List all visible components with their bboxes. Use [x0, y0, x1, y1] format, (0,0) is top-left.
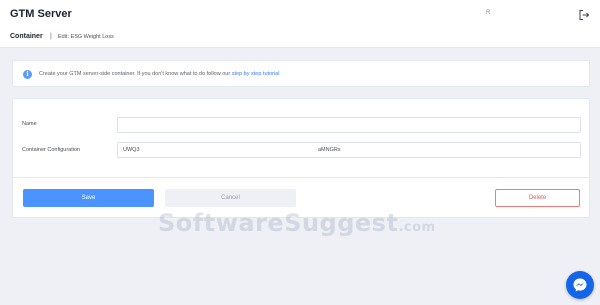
name-input[interactable] [117, 117, 581, 133]
delete-button[interactable]: Delete [495, 189, 580, 207]
config-label: Container Configuration [22, 147, 81, 153]
breadcrumb-separator: | [50, 33, 52, 40]
tutorial-link[interactable]: step by step tutorial [232, 71, 280, 77]
breadcrumb-container[interactable]: Container [10, 33, 43, 40]
container-form: Name Container Configuration UWQ3 aMNGRs… [12, 98, 590, 218]
top-bar: GTM Server R [0, 0, 600, 30]
cancel-button[interactable]: Cancel [165, 189, 296, 207]
breadcrumb: Container | Edit: ESG Weight Loss [0, 30, 600, 48]
save-button[interactable]: Save [23, 189, 154, 207]
name-label: Name [22, 121, 37, 127]
info-icon: i [23, 70, 32, 79]
form-divider [13, 177, 589, 178]
messenger-icon[interactable] [566, 271, 594, 299]
logout-icon[interactable] [578, 8, 590, 20]
config-value-left: UWQ3 [123, 147, 140, 153]
watermark-main: SoftwareSuggest [158, 209, 399, 237]
breadcrumb-current: Edit: ESG Weight Loss [58, 34, 114, 40]
app-title: GTM Server [10, 8, 72, 20]
info-message: Create your GTM server-side container. I… [39, 71, 232, 77]
config-value-right: aMNGRs [318, 147, 341, 153]
watermark-suffix: .com [398, 220, 436, 235]
info-text: Create your GTM server-side container. I… [39, 71, 279, 77]
config-input[interactable]: UWQ3 aMNGRs [117, 142, 581, 158]
user-avatar[interactable]: R [486, 10, 490, 16]
info-banner: i Create your GTM server-side container.… [12, 60, 590, 87]
watermark: SoftwareSuggest.com [158, 209, 436, 237]
